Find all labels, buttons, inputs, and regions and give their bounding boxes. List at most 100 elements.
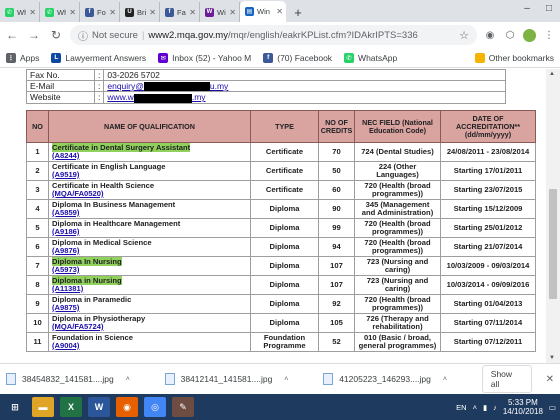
paint-icon[interactable]: ✎ <box>172 397 194 417</box>
back-arrow-icon[interactable]: ← <box>4 28 20 42</box>
whatsapp-icon: ✆ <box>344 52 355 63</box>
image-file-icon <box>323 373 334 385</box>
volume-icon[interactable]: ♪ <box>493 403 497 412</box>
download-item[interactable]: 38454832_141581....jpg ˄ <box>6 373 155 385</box>
colon: : <box>94 91 104 104</box>
bookmark-item[interactable]: f (70) Facebook <box>263 52 332 63</box>
bookmark-star-icon[interactable]: ☆ <box>459 29 469 42</box>
language-indicator[interactable]: EN <box>456 403 466 412</box>
info-icon[interactable]: ⓘ <box>78 28 88 43</box>
tab-title: Wh <box>57 7 66 17</box>
bookmark-item[interactable]: L Lawyerment Answers <box>51 52 146 63</box>
forward-arrow-icon[interactable]: → <box>26 28 42 42</box>
scroll-up-icon[interactable]: ▲ <box>549 71 555 77</box>
chevron-up-icon[interactable]: ˄ <box>473 403 477 412</box>
qualification-cell: Diploma in Nursing (A11381) <box>48 275 251 295</box>
excel-icon[interactable]: X <box>60 397 82 417</box>
reload-icon[interactable]: ↻ <box>48 28 64 42</box>
browser-tab[interactable]: fFore✕ <box>80 2 120 22</box>
profile-avatar[interactable] <box>523 28 536 42</box>
maximize-icon[interactable]: □ <box>538 0 560 18</box>
network-icon[interactable]: ▮ <box>483 403 487 412</box>
email-link[interactable]: enquiry@ u.my <box>107 81 228 92</box>
browser-tab[interactable]: ✆Wh✕ <box>0 2 40 22</box>
clock[interactable]: 5:33 PM 14/10/2018 <box>503 398 543 416</box>
close-tab-icon[interactable]: ✕ <box>229 8 239 17</box>
close-tab-icon[interactable]: ✕ <box>149 8 159 17</box>
show-all-button[interactable]: Show all <box>481 365 532 393</box>
tab-strip: ✆Wh✕✆Wh✕fFore✕UBritis✕fFace✕WWin✕▤Win✕+ … <box>0 0 560 22</box>
chevron-up-icon[interactable]: ˄ <box>126 376 130 383</box>
word-icon[interactable]: W <box>88 397 110 417</box>
email-label: E-Mail <box>26 79 95 93</box>
download-item[interactable]: 38412141_141581....jpg ˄ <box>164 373 314 385</box>
yahoo-mail-icon: ✉ <box>158 52 169 63</box>
close-tab-icon[interactable]: ✕ <box>69 8 79 17</box>
file-explorer-icon[interactable]: ▬ <box>32 397 54 417</box>
browser-tab[interactable]: WWin✕ <box>200 2 240 22</box>
bookmark-item[interactable]: ✉ Inbox (52) - Yahoo M <box>158 52 251 63</box>
qualification-type: Certificate <box>250 180 319 200</box>
qualification-code-link[interactable]: (MQA/FA5724) <box>52 322 247 332</box>
close-tab-icon[interactable]: ✕ <box>29 8 39 17</box>
extension-icon[interactable]: ◉ <box>483 28 497 42</box>
scrollbar-thumb[interactable] <box>549 189 557 299</box>
website-value: www.w .my <box>103 91 506 104</box>
bookmark-item[interactable]: ⋮ Apps <box>6 52 39 63</box>
close-downloads-icon[interactable]: ✕ <box>546 374 554 385</box>
address-bar[interactable]: ⓘ Not secure | www2.mqa.gov.my/mqr/engli… <box>70 25 477 45</box>
qualification-type: Diploma <box>250 313 319 333</box>
shield-extension-icon[interactable]: ⬡ <box>503 28 517 42</box>
qualification-code-link[interactable]: (A9186) <box>52 227 247 237</box>
qualification-code-link[interactable]: (MQA/FA0520) <box>52 189 247 199</box>
qualification-code-link[interactable]: (A9875) <box>52 303 247 313</box>
credits: 94 <box>318 237 355 257</box>
browser-tab[interactable]: ✆Wh✕ <box>40 2 80 22</box>
qualification-code-link[interactable]: (A9876) <box>52 246 247 256</box>
firefox-icon[interactable]: ◉ <box>116 397 138 417</box>
page-scrollbar[interactable]: ▲ ▼ <box>546 69 560 363</box>
website-link[interactable]: www.w .my <box>107 92 206 103</box>
browser-tab[interactable]: UBritis✕ <box>120 2 160 22</box>
email-value: enquiry@ u.my <box>103 79 506 93</box>
chrome-icon[interactable]: ◎ <box>144 397 166 417</box>
lawyerment-icon: L <box>51 52 62 63</box>
download-filename: 38454832_141581....jpg <box>22 374 114 384</box>
qualification-code-link[interactable]: (A5973) <box>52 265 247 275</box>
qualification-code-link[interactable]: (A8244) <box>52 151 247 161</box>
chevron-up-icon[interactable]: ˄ <box>443 376 447 383</box>
browser-tab[interactable]: ▤ Win ✕ <box>240 1 286 22</box>
close-tab-icon[interactable]: ✕ <box>276 7 286 16</box>
qualification-code-link[interactable]: (A9519) <box>52 170 247 180</box>
qualification-code-link[interactable]: (A11381) <box>52 284 247 294</box>
start-icon[interactable]: ⊞ <box>4 397 26 417</box>
browser-tab[interactable]: fFace✕ <box>160 2 200 22</box>
credits: 52 <box>318 332 355 352</box>
nec-field: 720 (Health (broad programmes)) <box>354 237 441 257</box>
chevron-up-icon[interactable]: ˄ <box>284 376 288 383</box>
notification-icon[interactable]: ▭ <box>549 403 556 412</box>
qualification-type: Diploma <box>250 275 319 295</box>
close-tab-icon[interactable]: ✕ <box>189 8 199 17</box>
download-item[interactable]: 41205223_146293....jpg ˄ <box>323 373 472 385</box>
qualification-cell: Foundation in Science (A9004) <box>48 332 251 352</box>
qualification-code-link[interactable]: (A5859) <box>52 208 247 218</box>
scroll-down-icon[interactable]: ▼ <box>549 355 555 361</box>
other-bookmarks[interactable]: Other bookmarks <box>474 52 554 63</box>
download-filename: 41205223_146293....jpg <box>339 374 431 384</box>
nec-field: 345 (Management and Administration) <box>354 199 441 219</box>
credits: 107 <box>318 275 355 295</box>
close-tab-icon[interactable]: ✕ <box>109 8 119 17</box>
qualification-code-link[interactable]: (A9004) <box>52 341 247 351</box>
minimize-icon[interactable]: – <box>516 0 538 18</box>
nec-field: 720 (Health (broad programmes)) <box>354 218 441 238</box>
accreditation-date: Starting 17/01/2011 <box>440 161 536 181</box>
new-tab-plus-icon[interactable]: + <box>289 3 307 21</box>
qualification-type: Diploma <box>250 199 319 219</box>
menu-kebab-icon[interactable]: ⋮ <box>542 28 556 42</box>
website-suffix: .my <box>191 92 206 103</box>
nec-field: 726 (Therapy and rehabilitation) <box>354 313 441 333</box>
bookmark-item[interactable]: ✆ WhatsApp <box>344 52 397 63</box>
qualification-cell: Diploma in Physiotherapy (MQA/FA5724) <box>48 313 251 333</box>
credits: 70 <box>318 142 355 162</box>
